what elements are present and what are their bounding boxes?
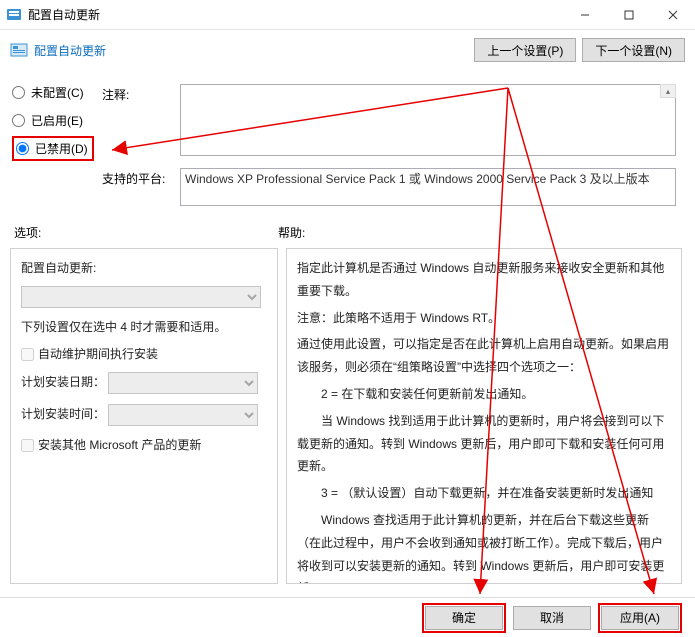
supported-on-text: Windows XP Professional Service Pack 1 或… [180, 168, 676, 206]
close-button[interactable] [651, 0, 695, 30]
help-p7: Windows 查找适用于此计算机的更新，并在后台下载这些更新（在此过程中，用户… [297, 509, 671, 584]
sched-time-label: 计划安装时间： [21, 407, 105, 421]
section-labels: 选项: 帮助: [14, 224, 680, 241]
radio-enabled[interactable]: 已启用(E) [12, 108, 94, 132]
options-note: 下列设置仅在选中 4 时才需要和适用。 [21, 318, 267, 335]
configure-au-label: 配置自动更新: [21, 259, 267, 276]
maximize-button[interactable] [607, 0, 651, 30]
title-bar: 配置自动更新 [0, 0, 695, 30]
app-icon [6, 7, 22, 23]
options-panel: 配置自动更新: 下列设置仅在选中 4 时才需要和适用。 自动维护期间执行安装 计… [10, 248, 278, 584]
radio-disabled[interactable]: 已禁用(D) [16, 140, 88, 157]
comment-label: 注释: [102, 86, 172, 103]
help-p6: 3 = （默认设置）自动下载更新，并在准备安装更新时发出通知 [297, 482, 671, 505]
footer: 确定 取消 应用(A) [0, 597, 695, 637]
help-p1: 指定此计算机是否通过 Windows 自动更新服务来接收安全更新和其他重要下载。 [297, 257, 671, 303]
window-title: 配置自动更新 [28, 6, 563, 23]
radio-not-configured-input[interactable] [12, 86, 25, 99]
radio-not-configured[interactable]: 未配置(C) [12, 80, 94, 104]
apply-button[interactable]: 应用(A) [601, 606, 679, 630]
prev-setting-button[interactable]: 上一个设置(P) [474, 38, 576, 62]
policy-icon [10, 41, 28, 59]
radio-disabled-input[interactable] [16, 142, 29, 155]
sched-time-select[interactable] [108, 404, 258, 426]
help-panel: 指定此计算机是否通过 Windows 自动更新服务来接收安全更新和其他重要下载。… [286, 248, 682, 584]
options-heading: 选项: [14, 224, 278, 241]
cancel-button[interactable]: 取消 [513, 606, 591, 630]
help-p3: 通过使用此设置，可以指定是否在此计算机上启用自动更新。如果启用该服务，则必须在“… [297, 333, 671, 379]
radio-enabled-input[interactable] [12, 114, 25, 127]
header: 配置自动更新 上一个设置(P) 下一个设置(N) [0, 30, 695, 76]
cb-other-ms-input[interactable] [21, 439, 34, 452]
cb-maintenance[interactable]: 自动维护期间执行安装 [21, 347, 158, 361]
sched-day-label: 计划安装日期： [21, 375, 105, 389]
radio-not-configured-label: 未配置(C) [31, 84, 84, 101]
comment-textarea[interactable] [180, 84, 676, 156]
cb-maintenance-label: 自动维护期间执行安装 [38, 347, 158, 361]
next-setting-button[interactable]: 下一个设置(N) [582, 38, 685, 62]
ok-button[interactable]: 确定 [425, 606, 503, 630]
state-radio-group: 未配置(C) 已启用(E) 已禁用(D) [12, 80, 94, 164]
minimize-button[interactable] [563, 0, 607, 30]
help-heading: 帮助: [278, 224, 305, 241]
radio-disabled-label: 已禁用(D) [35, 140, 88, 157]
cb-other-ms-label: 安装其他 Microsoft 产品的更新 [38, 438, 201, 452]
radio-enabled-label: 已启用(E) [31, 112, 83, 129]
cb-other-ms[interactable]: 安装其他 Microsoft 产品的更新 [21, 438, 201, 452]
sched-day-select[interactable] [108, 372, 258, 394]
radio-disabled-highlight: 已禁用(D) [12, 136, 94, 161]
help-p2: 注意：此策略不适用于 Windows RT。 [297, 307, 671, 330]
help-p5: 当 Windows 找到适用于此计算机的更新时，用户将会接到可以下载更新的通知。… [297, 410, 671, 478]
help-p4: 2 = 在下载和安装任何更新前发出通知。 [297, 383, 671, 406]
cb-maintenance-input[interactable] [21, 348, 34, 361]
page-title: 配置自动更新 [34, 42, 106, 59]
supported-on-label: 支持的平台: [102, 170, 172, 187]
comment-scroll-up[interactable]: ▴ [660, 84, 676, 98]
configure-au-select[interactable] [21, 286, 261, 308]
